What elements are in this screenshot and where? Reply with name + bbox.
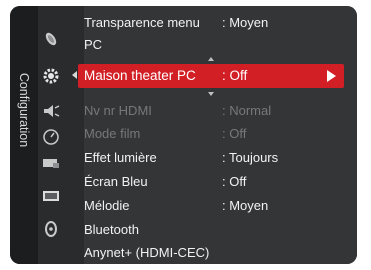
input-icon[interactable] xyxy=(40,152,62,174)
settings-icon[interactable] xyxy=(40,65,62,87)
scroll-up-icon xyxy=(208,57,214,61)
menu-item-maison-theater-pc[interactable]: Maison theater PC : Off xyxy=(78,64,344,88)
focus-pointer-icon xyxy=(72,71,77,79)
osd-panel: Configuration xyxy=(10,6,357,264)
sound-icon[interactable] xyxy=(40,100,62,122)
satellite-icon[interactable] xyxy=(40,28,62,50)
support-icon[interactable] xyxy=(40,218,62,240)
clock-icon[interactable] xyxy=(40,126,62,148)
right-arrow-icon xyxy=(327,70,336,82)
category-label: Configuration xyxy=(17,72,31,148)
picture-icon[interactable] xyxy=(40,185,62,207)
category-sidebar: Configuration xyxy=(10,6,38,264)
scroll-down-icon xyxy=(208,92,214,96)
